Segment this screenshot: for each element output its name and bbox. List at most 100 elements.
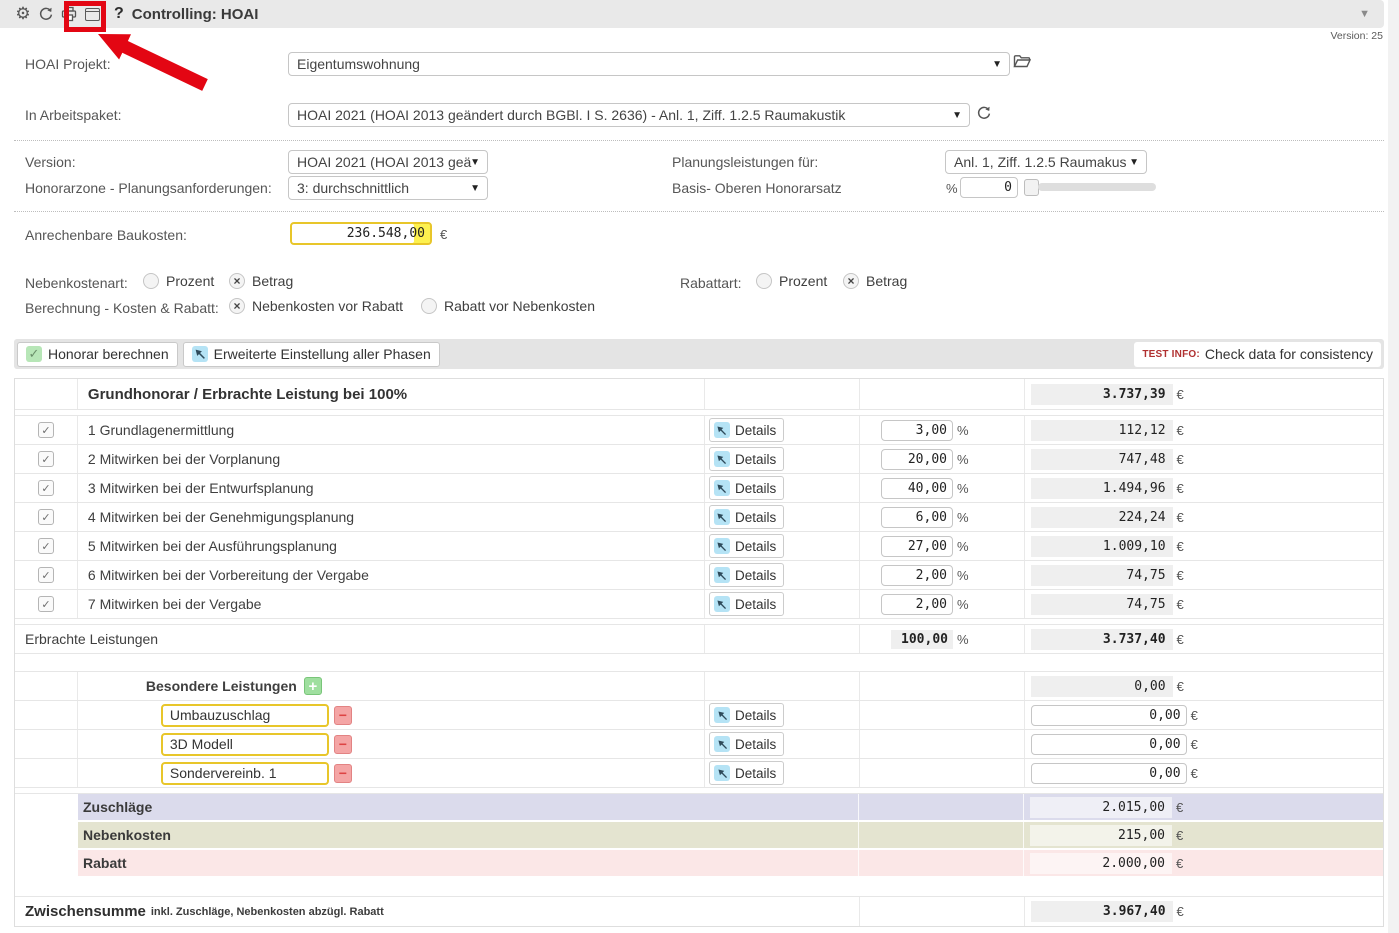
- project-select[interactable]: Eigentumswohnung ▼: [288, 52, 1010, 76]
- table-row-nebenkosten: Nebenkosten 215,00€: [15, 822, 1383, 848]
- percent-input[interactable]: [881, 536, 953, 557]
- percent-input[interactable]: [881, 449, 953, 470]
- remove-leistung-button[interactable]: −: [334, 706, 352, 725]
- radio-label: Betrag: [866, 273, 907, 289]
- table-row-phase-7: ✓ 7 Mitwirken bei der Vergabe Details % …: [15, 590, 1383, 619]
- zwischensumme-subtitle: inkl. Zuschläge, Nebenkosten abzügl. Rab…: [151, 906, 384, 918]
- radio-label: Prozent: [779, 273, 827, 289]
- radio-nebenkostenart-betrag[interactable]: × Betrag: [229, 273, 293, 289]
- details-button[interactable]: Details: [709, 505, 784, 529]
- table-row-phase-4: ✓ 4 Mitwirken bei der Genehmigungsplanun…: [15, 503, 1383, 532]
- percent-input[interactable]: [881, 594, 953, 615]
- arbeitspaket-select[interactable]: HOAI 2021 (HOAI 2013 geändert durch BGBl…: [288, 103, 970, 127]
- checkmark-icon: ✓: [41, 598, 50, 611]
- window-title: Controlling: HOAI: [132, 6, 259, 23]
- help-icon[interactable]: ?: [114, 5, 124, 23]
- percent-input[interactable]: [881, 420, 953, 441]
- phase-name: 4 Mitwirken bei der Genehmigungsplanung: [88, 509, 354, 525]
- slider-handle[interactable]: [1024, 179, 1039, 196]
- details-button[interactable]: Details: [709, 761, 784, 785]
- cursor-icon: [714, 422, 730, 438]
- collapse-panel-icon[interactable]: ▼: [1359, 8, 1370, 20]
- table-row-phase-3: ✓ 3 Mitwirken bei der Entwurfsplanung De…: [15, 474, 1383, 503]
- version-select[interactable]: HOAI 2021 (HOAI 2013 geä ▼: [288, 150, 488, 174]
- radio-nebenkostenart-prozent[interactable]: Prozent: [143, 273, 214, 289]
- scrollbar-track[interactable]: [1388, 0, 1399, 933]
- details-button[interactable]: Details: [709, 418, 784, 442]
- radio-rabattart-prozent[interactable]: Prozent: [756, 273, 827, 289]
- phase-checkbox[interactable]: ✓: [38, 422, 54, 438]
- chevron-down-icon: ▼: [1129, 157, 1139, 168]
- details-button[interactable]: Details: [709, 563, 784, 587]
- phase-checkbox[interactable]: ✓: [38, 509, 54, 525]
- checkmark-icon: ✓: [26, 346, 42, 362]
- chevron-down-icon: ▼: [952, 110, 962, 121]
- phase-checkbox[interactable]: ✓: [38, 451, 54, 467]
- table-row-zuschlaege: Zuschläge 2.015,00€: [15, 794, 1383, 820]
- phase-value: 224,24: [1031, 507, 1173, 528]
- table-row-phase-1: ✓ 1 Grundlagenermittlung Details % 112,1…: [15, 416, 1383, 445]
- honorarzone-select-value: 3: durchschnittlich: [297, 180, 409, 196]
- phase-name: 1 Grundlagenermittlung: [88, 422, 234, 438]
- table-header-row: Grundhonorar / Erbrachte Leistung bei 10…: [15, 379, 1383, 410]
- radio-rabattart-betrag[interactable]: × Betrag: [843, 273, 907, 289]
- test-info-banner: TEST INFO: Check data for consistency: [1134, 342, 1381, 367]
- details-label: Details: [735, 510, 776, 525]
- leistung-value-input[interactable]: [1031, 763, 1187, 784]
- details-button[interactable]: Details: [709, 592, 784, 616]
- details-button[interactable]: Details: [709, 703, 784, 727]
- reload-arbeitspaket-icon[interactable]: [976, 105, 992, 121]
- percent-input[interactable]: [881, 478, 953, 499]
- details-button[interactable]: Details: [709, 732, 784, 756]
- percent-input[interactable]: [881, 565, 953, 586]
- radio-icon: [756, 273, 772, 289]
- baukosten-label: Anrechenbare Baukosten:: [25, 227, 187, 243]
- calculate-button[interactable]: ✓ Honorar berechnen: [17, 342, 178, 367]
- baukosten-input[interactable]: [290, 222, 432, 245]
- details-label: Details: [735, 568, 776, 583]
- table-row-rabatt: Rabatt 2.000,00€: [15, 850, 1383, 876]
- test-info-text: Check data for consistency: [1205, 346, 1373, 362]
- leistung-name-input[interactable]: [161, 704, 329, 727]
- version-label: Version: 25: [1330, 30, 1383, 42]
- open-folder-icon[interactable]: [1013, 53, 1031, 69]
- leistung-value-input[interactable]: [1031, 734, 1187, 755]
- leistung-name-input[interactable]: [161, 733, 329, 756]
- phase-checkbox[interactable]: ✓: [38, 538, 54, 554]
- phase-checkbox[interactable]: ✓: [38, 596, 54, 612]
- add-leistung-button[interactable]: +: [304, 677, 322, 695]
- remove-leistung-button[interactable]: −: [334, 735, 352, 754]
- details-label: Details: [735, 481, 776, 496]
- phase-checkbox[interactable]: ✓: [38, 480, 54, 496]
- details-button[interactable]: Details: [709, 447, 784, 471]
- total-percent: 100,00: [891, 630, 953, 649]
- divider: [14, 211, 1384, 212]
- honorarzone-select[interactable]: 3: durchschnittlich ▼: [288, 176, 488, 200]
- refresh-icon[interactable]: [35, 3, 57, 25]
- cursor-icon: [714, 451, 730, 467]
- details-button[interactable]: Details: [709, 476, 784, 500]
- details-button[interactable]: Details: [709, 534, 784, 558]
- cursor-icon: [714, 736, 730, 752]
- chevron-down-icon: ▼: [470, 157, 480, 168]
- advanced-settings-button[interactable]: Erweiterte Einstellung aller Phasen: [183, 342, 440, 367]
- table-row-zwischensumme: Zwischensumme inkl. Zuschläge, Nebenkost…: [15, 897, 1383, 926]
- leistung-value-input[interactable]: [1031, 705, 1187, 726]
- leistung-name-input[interactable]: [161, 762, 329, 785]
- phase-checkbox[interactable]: ✓: [38, 567, 54, 583]
- percent-input[interactable]: [881, 507, 953, 528]
- besondere-total-value: 0,00: [1031, 676, 1173, 697]
- planungsleistungen-select[interactable]: Anl. 1, Ziff. 1.2.5 Raumakus ▼: [945, 150, 1147, 174]
- phase-value: 112,12: [1031, 420, 1173, 441]
- remove-leistung-button[interactable]: −: [334, 764, 352, 783]
- slider-track[interactable]: [1038, 183, 1156, 191]
- table-row-besondere-3: − Details €: [15, 759, 1383, 788]
- phase-name: 7 Mitwirken bei der Vergabe: [88, 596, 262, 612]
- radio-nebenkosten-vor-rabatt[interactable]: × Nebenkosten vor Rabatt: [229, 298, 403, 314]
- gear-icon[interactable]: ⚙: [12, 3, 34, 25]
- radio-rabatt-vor-nebenkosten[interactable]: Rabatt vor Nebenkosten: [421, 298, 595, 314]
- zuschlaege-value: 2.015,00: [1030, 797, 1172, 818]
- details-label: Details: [735, 452, 776, 467]
- basis-percent-input[interactable]: [960, 177, 1018, 198]
- section-title: Grundhonorar / Erbrachte Leistung bei 10…: [88, 386, 407, 403]
